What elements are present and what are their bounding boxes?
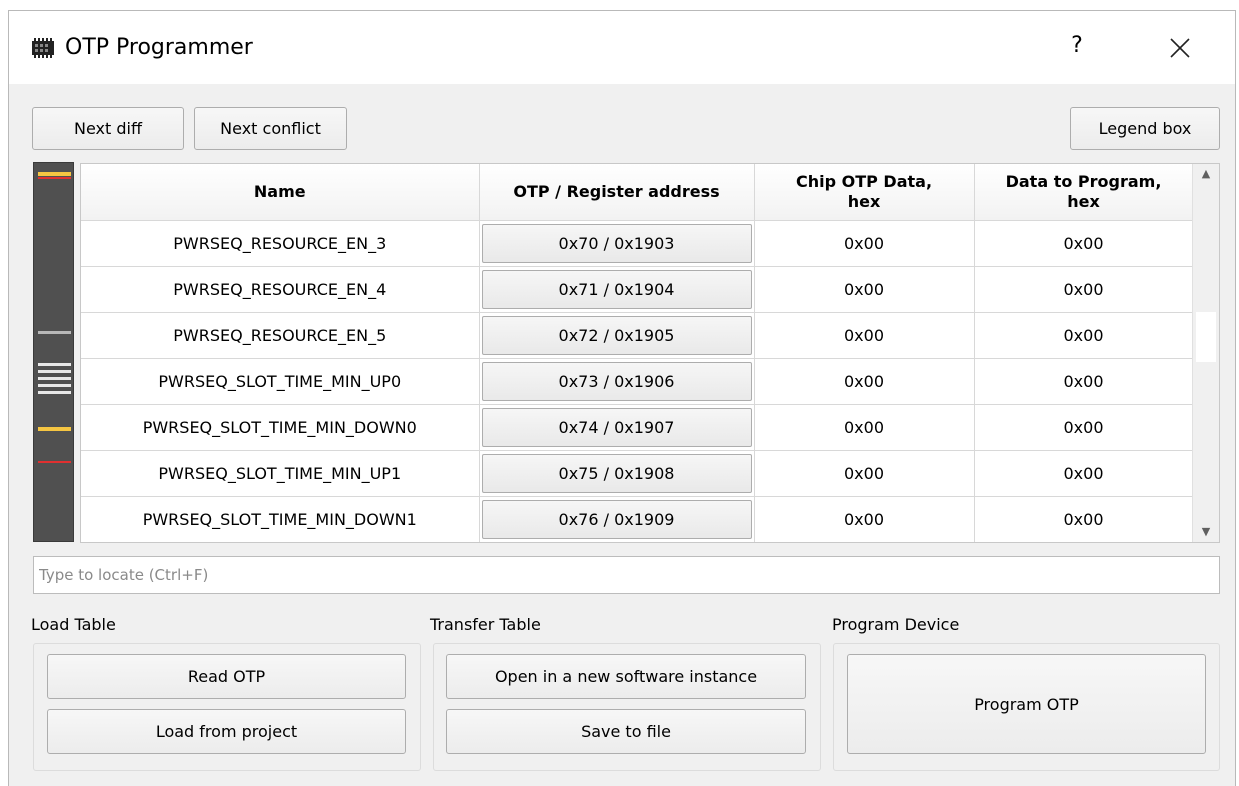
cell-program-data[interactable]: 0x00 bbox=[974, 220, 1194, 267]
address-button[interactable]: 0x70 / 0x1903 bbox=[481, 224, 752, 263]
cell-name: PWRSEQ_RESOURCE_EN_4 bbox=[81, 266, 480, 313]
table-row[interactable]: PWRSEQ_SLOT_TIME_MIN_UP0 0x73 / 0x1906 0… bbox=[81, 358, 1194, 405]
minimap-diff-marker bbox=[38, 177, 71, 179]
minimap-white-marker bbox=[38, 370, 71, 373]
otp-programmer-window: OTP Programmer ? Next diff Next conflict… bbox=[8, 10, 1236, 786]
cell-name: PWRSEQ_RESOURCE_EN_5 bbox=[81, 312, 480, 359]
table-row[interactable]: PWRSEQ_RESOURCE_EN_3 0x70 / 0x1903 0x00 … bbox=[81, 220, 1194, 267]
next-conflict-button[interactable]: Next conflict bbox=[194, 107, 347, 150]
program-device-label: Program Device bbox=[832, 615, 960, 634]
close-icon[interactable] bbox=[1163, 31, 1197, 65]
cell-program-data[interactable]: 0x00 bbox=[974, 312, 1194, 359]
program-otp-button[interactable]: Program OTP bbox=[847, 654, 1206, 754]
cell-program-data[interactable]: 0x00 bbox=[974, 450, 1194, 497]
scrollbar-thumb[interactable] bbox=[1196, 312, 1216, 362]
cell-name: PWRSEQ_RESOURCE_EN_3 bbox=[81, 220, 480, 267]
cell-program-data[interactable]: 0x00 bbox=[974, 266, 1194, 313]
cell-chip-data: 0x00 bbox=[754, 266, 975, 313]
address-button[interactable]: 0x71 / 0x1904 bbox=[481, 270, 752, 309]
cell-chip-data: 0x00 bbox=[754, 358, 975, 405]
load-table-label: Load Table bbox=[31, 615, 116, 634]
help-button[interactable]: ? bbox=[1063, 31, 1091, 61]
minimap-gray-marker bbox=[38, 331, 71, 334]
minimap-white-marker bbox=[38, 384, 71, 387]
next-diff-button[interactable]: Next diff bbox=[32, 107, 184, 150]
scroll-down-arrow-icon[interactable]: ▼ bbox=[1193, 522, 1219, 542]
table-row[interactable]: PWRSEQ_SLOT_TIME_MIN_UP1 0x75 / 0x1908 0… bbox=[81, 450, 1194, 497]
chip-icon bbox=[32, 38, 54, 58]
load-from-project-button[interactable]: Load from project bbox=[47, 709, 406, 754]
cell-program-data[interactable]: 0x00 bbox=[974, 404, 1194, 451]
column-header-name[interactable]: Name bbox=[81, 164, 480, 221]
transfer-table-label: Transfer Table bbox=[430, 615, 541, 634]
cell-chip-data: 0x00 bbox=[754, 450, 975, 497]
cell-name: PWRSEQ_SLOT_TIME_MIN_DOWN0 bbox=[81, 404, 480, 451]
minimap-white-marker bbox=[38, 391, 71, 394]
table-row[interactable]: PWRSEQ_RESOURCE_EN_4 0x71 / 0x1904 0x00 … bbox=[81, 266, 1194, 313]
search-input[interactable] bbox=[33, 556, 1220, 594]
table-row[interactable]: PWRSEQ_RESOURCE_EN_5 0x72 / 0x1905 0x00 … bbox=[81, 312, 1194, 359]
address-button[interactable]: 0x75 / 0x1908 bbox=[481, 454, 752, 493]
minimap-white-marker bbox=[38, 377, 71, 380]
read-otp-button[interactable]: Read OTP bbox=[47, 654, 406, 699]
column-header-chip-data[interactable]: Chip OTP Data, hex bbox=[754, 164, 975, 221]
table-row[interactable]: PWRSEQ_SLOT_TIME_MIN_DOWN0 0x74 / 0x1907… bbox=[81, 404, 1194, 451]
cell-chip-data: 0x00 bbox=[754, 496, 975, 542]
open-new-instance-button[interactable]: Open in a new software instance bbox=[446, 654, 806, 699]
cell-name: PWRSEQ_SLOT_TIME_MIN_UP0 bbox=[81, 358, 480, 405]
cell-chip-data: 0x00 bbox=[754, 404, 975, 451]
legend-box-button[interactable]: Legend box bbox=[1070, 107, 1220, 150]
cell-program-data[interactable]: 0x00 bbox=[974, 358, 1194, 405]
address-button[interactable]: 0x74 / 0x1907 bbox=[481, 408, 752, 447]
cell-name: PWRSEQ_SLOT_TIME_MIN_DOWN1 bbox=[81, 496, 480, 542]
table-scrollbar[interactable]: ▲ ▼ bbox=[1192, 164, 1219, 542]
window-title: OTP Programmer bbox=[65, 35, 253, 60]
diff-minimap[interactable] bbox=[33, 162, 74, 542]
save-to-file-button[interactable]: Save to file bbox=[446, 709, 806, 754]
cell-chip-data: 0x00 bbox=[754, 220, 975, 267]
minimap-conflict-marker bbox=[38, 427, 71, 431]
cell-program-data[interactable]: 0x00 bbox=[974, 496, 1194, 542]
otp-table: Name OTP / Register address Chip OTP Dat… bbox=[80, 163, 1220, 543]
column-header-program-data[interactable]: Data to Program, hex bbox=[974, 164, 1194, 221]
cell-name: PWRSEQ_SLOT_TIME_MIN_UP1 bbox=[81, 450, 480, 497]
scroll-up-arrow-icon[interactable]: ▲ bbox=[1193, 164, 1219, 184]
minimap-conflict-marker bbox=[38, 172, 71, 176]
minimap-white-marker bbox=[38, 363, 71, 366]
title-bar: OTP Programmer ? bbox=[9, 11, 1235, 84]
minimap-diff-marker bbox=[38, 461, 71, 463]
table-row[interactable]: PWRSEQ_SLOT_TIME_MIN_DOWN1 0x76 / 0x1909… bbox=[81, 496, 1194, 542]
address-button[interactable]: 0x72 / 0x1905 bbox=[481, 316, 752, 355]
cell-chip-data: 0x00 bbox=[754, 312, 975, 359]
address-button[interactable]: 0x76 / 0x1909 bbox=[481, 500, 752, 539]
address-button[interactable]: 0x73 / 0x1906 bbox=[481, 362, 752, 401]
column-header-address[interactable]: OTP / Register address bbox=[479, 164, 755, 221]
